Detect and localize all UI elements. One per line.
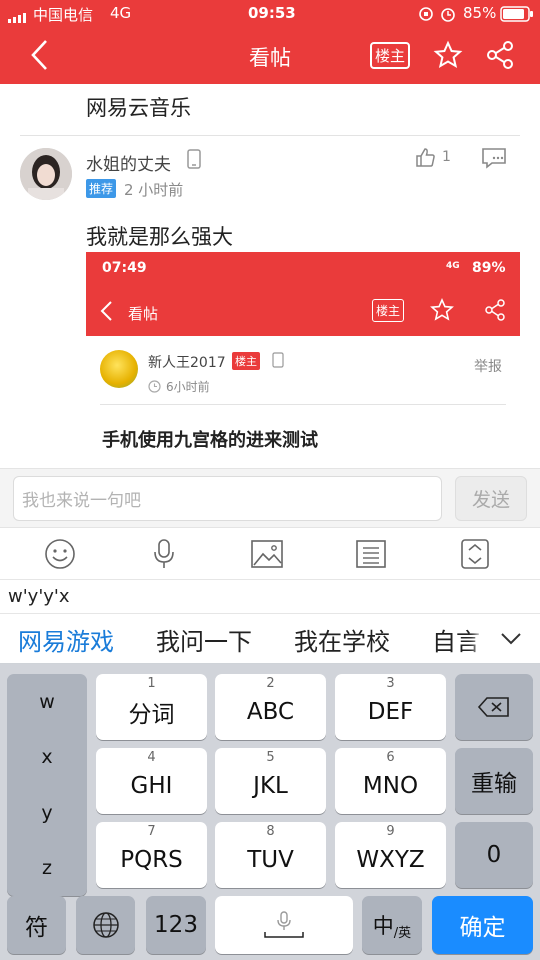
share-button[interactable] [485, 40, 515, 74]
ime-composition: w'y'y'x [0, 580, 540, 614]
emoji-button[interactable] [43, 538, 77, 570]
reply-time: 2 小时前 [124, 181, 184, 199]
mic-icon [277, 911, 291, 930]
divider [20, 135, 520, 136]
embedded-phone-icon [272, 352, 284, 372]
expand-button[interactable] [458, 538, 492, 570]
like-button[interactable]: 1 [414, 146, 451, 168]
phone-icon [186, 149, 202, 173]
embedded-screenshot[interactable]: 07:49 4G 89% 看帖 楼主 新人王2017 楼主 6小时前 举报 手机… [86, 252, 520, 468]
confirm-key[interactable]: 确定 [432, 896, 533, 954]
chevron-down-icon [501, 633, 521, 645]
key-6[interactable]: 6 MNO [335, 748, 446, 814]
list-button[interactable] [354, 538, 388, 570]
language-key[interactable]: 中/英 [362, 896, 422, 954]
share-icon [487, 41, 513, 69]
voice-button[interactable] [147, 538, 181, 570]
candidate-1[interactable]: 网易游戏 [18, 622, 114, 657]
space-key[interactable] [215, 896, 353, 954]
space-bar-icon [264, 932, 304, 938]
embedded-clock-icon [148, 378, 161, 397]
avatar[interactable] [20, 148, 72, 200]
embedded-battery: 89% [472, 260, 506, 276]
embedded-signal: 4G [446, 261, 460, 271]
top-bar: 中国电信 4G 09:53 85% 看帖 楼主 [0, 0, 540, 84]
comment-button[interactable] [480, 146, 508, 174]
list-icon [356, 540, 386, 568]
key-1[interactable]: 1 分词 [96, 674, 207, 740]
delete-key[interactable] [455, 674, 533, 740]
favorite-button[interactable] [433, 40, 463, 74]
signal-icon [8, 8, 30, 23]
ime-keyboard: w x y z 1 分词 2 ABC 3 DEF 4 GHI 5 JKL 6 MNO 7 PQ… [0, 664, 540, 960]
comment-input[interactable]: 我也来说一句吧 [13, 476, 442, 521]
comment-bar: 我也来说一句吧 发送 [0, 468, 540, 528]
backspace-icon [477, 697, 509, 717]
key-2[interactable]: 2 ABC [215, 674, 326, 740]
carrier: 中国电信 [33, 6, 94, 24]
embedded-divider [100, 404, 506, 405]
alarm-icon [440, 6, 456, 26]
pinyin-option-w[interactable]: w [39, 691, 55, 713]
ime-candidate-bar: 网易游戏 我问一下 我在学校 自言 [0, 614, 540, 664]
pinyin-option-z[interactable]: z [42, 857, 52, 879]
orientation-lock-icon [418, 6, 434, 26]
key-9[interactable]: 9 WXYZ [335, 822, 446, 888]
expand-icon [461, 539, 489, 569]
globe-icon [92, 912, 119, 938]
globe-key[interactable] [76, 896, 135, 954]
image-icon [251, 540, 283, 568]
thumbs-up-icon [416, 148, 435, 167]
pinyin-option-y[interactable]: y [41, 802, 52, 824]
battery-icon [500, 6, 534, 26]
comment-toolbar [0, 528, 540, 580]
image-button[interactable] [250, 538, 284, 570]
post-title-text: 网易云音乐 [86, 96, 191, 120]
retype-key[interactable]: 重输 [455, 748, 533, 814]
comment-bubble-icon [482, 148, 506, 169]
embedded-avatar [100, 350, 138, 388]
candidate-3[interactable]: 我在学校 [294, 622, 390, 657]
key-5[interactable]: 5 JKL [215, 748, 326, 814]
key-3[interactable]: 3 DEF [335, 674, 446, 740]
recommend-tag: 推荐 [86, 179, 117, 198]
pinyin-option-x[interactable]: x [41, 746, 52, 768]
embedded-back-icon [98, 299, 114, 327]
key-8[interactable]: 8 TUV [215, 822, 326, 888]
zero-key[interactable]: 0 [455, 822, 533, 888]
network-type: 4G [110, 4, 132, 22]
reply-text: 我就是那么强大 [86, 225, 233, 249]
embedded-share-icon [483, 298, 507, 326]
send-button[interactable]: 发送 [455, 476, 527, 521]
star-icon [433, 40, 463, 69]
owner-only-button[interactable]: 楼主 [370, 42, 410, 69]
embedded-clock: 07:49 [102, 260, 147, 276]
pinyin-column: w x y z [7, 674, 87, 896]
microphone-icon [154, 539, 174, 568]
embedded-time-ago: 6小时前 [166, 380, 210, 394]
key-7[interactable]: 7 PQRS [96, 822, 207, 888]
like-count: 1 [442, 149, 451, 165]
symbol-key[interactable]: 符 [7, 896, 66, 954]
expand-candidates-button[interactable] [482, 614, 540, 663]
embedded-post-title: 手机使用九宫格的进来测试 [102, 430, 318, 451]
embedded-report: 举报 [474, 359, 502, 375]
comment-placeholder: 我也来说一句吧 [22, 491, 141, 511]
key-4[interactable]: 4 GHI [96, 748, 207, 814]
embedded-author: 新人王2017 [148, 355, 226, 371]
embedded-author-badge: 楼主 [232, 352, 260, 370]
embedded-top-bar: 07:49 4G 89% 看帖 楼主 [86, 252, 520, 336]
clock: 09:53 [248, 4, 296, 22]
smiley-icon [45, 539, 75, 569]
battery-percent: 85% [463, 4, 497, 22]
reply-username[interactable]: 水姐的丈夫 [86, 150, 171, 175]
embedded-title: 看帖 [128, 305, 159, 323]
candidate-4[interactable]: 自言 [432, 622, 480, 657]
candidate-2[interactable]: 我问一下 [156, 622, 252, 657]
embedded-star-icon [430, 298, 454, 326]
number-key[interactable]: 123 [146, 896, 206, 954]
embedded-owner-badge: 楼主 [372, 299, 405, 322]
